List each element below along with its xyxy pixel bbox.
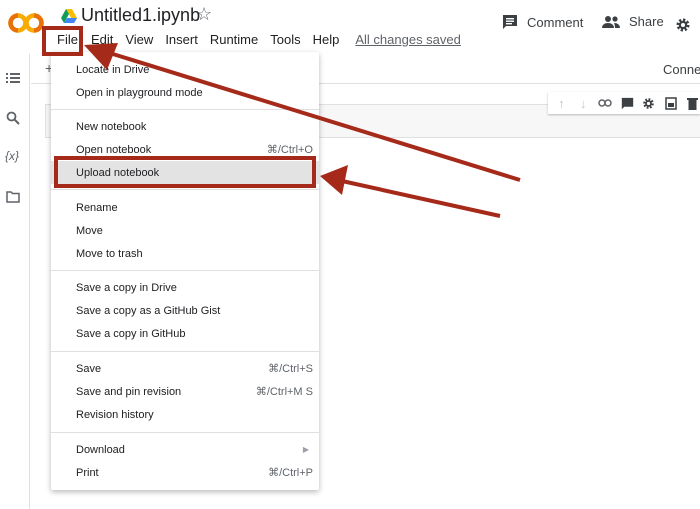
menu-view[interactable]: View — [119, 31, 159, 49]
menu-item-save-and-pin[interactable]: Save and pin revision ⌘/Ctrl+M S — [51, 380, 319, 403]
notebook-title[interactable]: Untitled1.ipynb — [81, 5, 200, 26]
list-icon[interactable] — [6, 72, 20, 84]
cell-toolbar: ↑ ↓ — [548, 92, 700, 114]
move-down-icon[interactable]: ↓ — [576, 95, 591, 111]
menu-item-shortcut: ⌘/Ctrl+O — [266, 144, 313, 156]
menu-item-label: Upload notebook — [76, 166, 160, 179]
link-icon[interactable] — [598, 95, 613, 111]
menu-insert[interactable]: Insert — [159, 31, 204, 49]
comment-label: Comment — [527, 14, 584, 30]
menu-item-label: Save a copy in GitHub — [76, 327, 186, 340]
menu-bar: File Edit View Insert Runtime Tools Help… — [45, 31, 467, 49]
mirror-cell-icon[interactable] — [663, 95, 678, 111]
comment-icon — [503, 15, 517, 29]
menu-tools[interactable]: Tools — [264, 31, 306, 49]
menu-divider — [51, 351, 319, 352]
menu-item-label: Save and pin revision — [76, 385, 182, 398]
comment-icon[interactable] — [620, 95, 635, 111]
menu-item-download[interactable]: Download ▶ — [51, 438, 319, 461]
menu-item-save-copy-drive[interactable]: Save a copy in Drive — [51, 276, 319, 299]
menu-item-label: Open in playground mode — [76, 86, 203, 99]
drive-icon[interactable] — [61, 9, 77, 23]
menu-item-label: Revision history — [76, 408, 154, 421]
menu-help[interactable]: Help — [307, 31, 346, 49]
menu-divider — [51, 432, 319, 433]
menu-item-new-notebook[interactable]: New notebook — [51, 115, 319, 138]
arrow-to-upload-notebook — [320, 165, 501, 218]
menu-item-upload-notebook[interactable]: Upload notebook — [51, 161, 319, 184]
menu-item-shortcut: ⌘/Ctrl+M S — [255, 386, 313, 398]
menu-runtime[interactable]: Runtime — [204, 31, 264, 49]
menu-item-label: Move — [76, 224, 103, 237]
menu-item-move-to-trash[interactable]: Move to trash — [51, 242, 319, 265]
menu-item-label: Open notebook — [76, 143, 152, 156]
menu-item-open-playground[interactable]: Open in playground mode — [51, 81, 319, 104]
menu-item-locate-in-drive[interactable]: Locate in Drive — [51, 58, 319, 81]
gear-icon[interactable] — [641, 95, 656, 111]
menu-divider — [51, 189, 319, 190]
variables-icon[interactable]: {x} — [5, 149, 19, 163]
menu-item-label: Locate in Drive — [76, 63, 150, 76]
people-icon — [602, 15, 620, 28]
menu-item-move[interactable]: Move — [51, 219, 319, 242]
share-label: Share — [629, 14, 664, 29]
menu-item-label: Print — [76, 466, 99, 479]
app-header: Untitled1.ipynb ☆ File Edit View Insert … — [0, 0, 700, 54]
gear-icon[interactable] — [675, 17, 691, 33]
submenu-arrow-icon: ▶ — [302, 445, 309, 454]
share-button[interactable]: Share — [602, 14, 664, 29]
menu-item-open-notebook[interactable]: Open notebook ⌘/Ctrl+O — [51, 138, 319, 161]
menu-item-label: Download — [76, 443, 125, 456]
menu-item-save-copy-github[interactable]: Save a copy in GitHub — [51, 322, 319, 345]
menu-divider — [51, 270, 319, 271]
menu-item-rename[interactable]: Rename — [51, 196, 319, 219]
folder-icon[interactable] — [6, 191, 20, 203]
star-icon[interactable]: ☆ — [196, 4, 212, 25]
menu-item-label: Save a copy as a GitHub Gist — [76, 304, 221, 317]
menu-item-label: Rename — [76, 201, 118, 214]
colab-logo[interactable] — [8, 11, 44, 35]
menu-file[interactable]: File — [45, 31, 85, 49]
menu-item-save[interactable]: Save ⌘/Ctrl+S — [51, 357, 319, 380]
move-up-icon[interactable]: ↑ — [554, 95, 569, 111]
menu-item-label: New notebook — [76, 120, 147, 133]
menu-item-label: Save a copy in Drive — [76, 281, 177, 294]
menu-item-shortcut: ⌘/Ctrl+P — [268, 467, 313, 479]
menu-item-save-copy-gist[interactable]: Save a copy as a GitHub Gist — [51, 299, 319, 322]
menu-divider — [51, 109, 319, 110]
connect-button[interactable]: Connect — [663, 62, 700, 77]
comment-button[interactable]: Comment — [502, 14, 583, 30]
menu-item-print[interactable]: Print ⌘/Ctrl+P — [51, 461, 319, 484]
file-menu-dropdown: Locate in Drive Open in playground mode … — [51, 52, 319, 490]
left-sidebar: {x} — [0, 54, 30, 509]
menu-edit[interactable]: Edit — [85, 31, 119, 49]
search-icon[interactable] — [6, 111, 20, 125]
delete-icon[interactable] — [685, 95, 700, 111]
menu-item-revision-history[interactable]: Revision history — [51, 403, 319, 426]
save-status-link[interactable]: All changes saved — [349, 31, 467, 49]
menu-item-shortcut: ⌘/Ctrl+S — [268, 363, 313, 375]
menu-item-label: Move to trash — [76, 247, 143, 260]
menu-item-label: Save — [76, 362, 102, 375]
